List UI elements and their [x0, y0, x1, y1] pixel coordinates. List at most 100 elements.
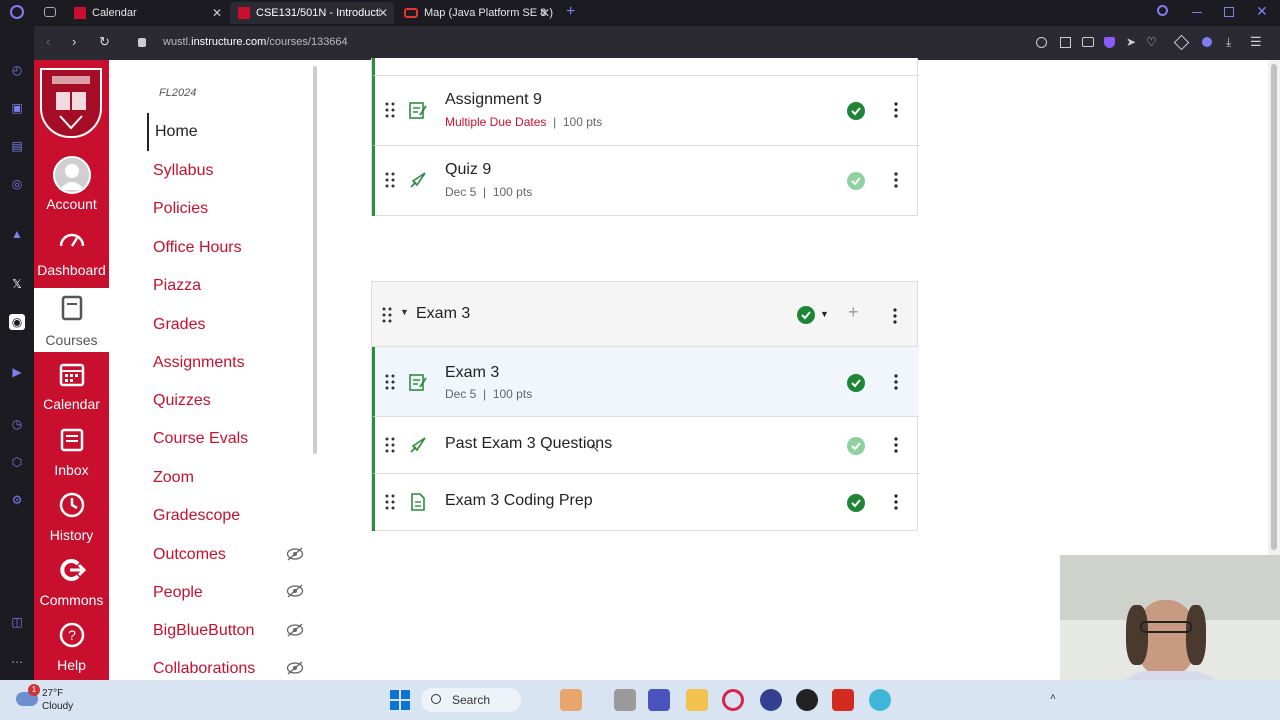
module-item[interactable]: Past Exam 3 Questions ↖: [372, 417, 919, 474]
close-tab-icon[interactable]: ✕: [378, 6, 388, 20]
weather-widget[interactable]: 27°F Cloudy: [42, 687, 73, 713]
drag-handle-icon[interactable]: [382, 307, 392, 323]
nav-account[interactable]: Account: [34, 152, 109, 216]
profile-icon[interactable]: [1202, 37, 1212, 47]
module-item[interactable]: Assignment 9 Multiple Due Dates | 100 pt…: [372, 76, 919, 146]
nav-history[interactable]: History: [34, 485, 109, 547]
course-nav-collaborations[interactable]: Collaborations: [153, 660, 255, 678]
nav-dashboard[interactable]: Dashboard: [34, 220, 109, 282]
globe-app-icon[interactable]: [869, 689, 891, 711]
tray-chevron-icon[interactable]: ˄: [1050, 692, 1056, 703]
published-check-icon[interactable]: [847, 172, 865, 190]
course-nav-course-evals[interactable]: Course Evals: [153, 430, 248, 448]
discord-icon[interactable]: ◉: [9, 314, 25, 330]
search-tabs-icon[interactable]: [1157, 5, 1168, 16]
file-explorer-icon[interactable]: [686, 689, 708, 711]
course-nav-syllabus[interactable]: Syllabus: [153, 162, 213, 180]
module-published-icon[interactable]: [797, 306, 815, 324]
heart-icon[interactable]: ♡: [1146, 35, 1157, 49]
nav-inbox[interactable]: Inbox: [34, 420, 109, 482]
close-tab-icon[interactable]: ✕: [212, 6, 222, 20]
kebab-menu-icon[interactable]: [893, 172, 899, 188]
course-nav-assignments[interactable]: Assignments: [153, 354, 245, 372]
edit-icon[interactable]: [1060, 37, 1071, 48]
close-tab-icon[interactable]: ✕: [540, 6, 550, 20]
menu-icon[interactable]: ☰: [1250, 34, 1262, 50]
course-nav-gradescope[interactable]: Gradescope: [153, 507, 240, 525]
forward-icon[interactable]: ›: [72, 34, 76, 49]
twitch-icon[interactable]: ▤: [9, 138, 25, 154]
tab-calendar[interactable]: Calendar ✕: [66, 2, 228, 24]
course-nav-policies[interactable]: Policies: [153, 200, 208, 218]
add-item-icon[interactable]: +: [848, 302, 859, 323]
reload-icon[interactable]: ↻: [99, 34, 110, 50]
workspaces-icon[interactable]: [44, 7, 56, 17]
maximize-icon[interactable]: [1224, 7, 1234, 17]
drag-handle-icon[interactable]: [385, 374, 395, 390]
module-item[interactable]: Exam 3 Coding Prep: [372, 474, 919, 531]
published-check-icon[interactable]: [847, 494, 865, 512]
box-icon[interactable]: [1173, 34, 1190, 51]
kebab-menu-icon[interactable]: [893, 437, 899, 453]
extensions-icon[interactable]: ⬡: [9, 454, 25, 470]
pinboard-icon[interactable]: ◫: [9, 614, 25, 630]
zoom-icon[interactable]: [1036, 37, 1047, 48]
messenger-icon[interactable]: ▣: [9, 100, 25, 116]
page-scrollbar[interactable]: [1268, 60, 1280, 555]
app-icon-flag[interactable]: [760, 689, 782, 711]
instagram-icon[interactable]: ◎: [9, 176, 25, 192]
kebab-menu-icon[interactable]: [892, 308, 898, 324]
nav-help[interactable]: ? Help: [34, 615, 109, 677]
windows-start-icon[interactable]: [390, 690, 410, 710]
widgets-app-icon[interactable]: [560, 689, 582, 711]
aria-icon[interactable]: ▲: [9, 226, 25, 242]
nav-courses[interactable]: Courses: [34, 288, 109, 352]
published-check-icon[interactable]: [847, 102, 865, 120]
player-icon[interactable]: ▶: [9, 364, 25, 380]
acrobat-icon[interactable]: [832, 689, 854, 711]
course-nav-outcomes[interactable]: Outcomes: [153, 546, 226, 564]
published-check-icon[interactable]: [847, 437, 865, 455]
publish-dropdown-icon[interactable]: ▼: [820, 309, 829, 319]
more-icon[interactable]: ⋯: [9, 654, 25, 670]
kebab-menu-icon[interactable]: [893, 374, 899, 390]
url-field[interactable]: wustl.instructure.com/courses/133664: [163, 36, 348, 48]
item-title[interactable]: Exam 3: [445, 364, 499, 382]
item-title[interactable]: Exam 3 Coding Prep: [445, 492, 593, 510]
collapse-caret-icon[interactable]: ▼: [400, 307, 409, 317]
opera-browser-icon[interactable]: [722, 689, 744, 711]
file-app-icon[interactable]: [614, 689, 636, 711]
shield-icon[interactable]: [1104, 37, 1115, 48]
module-header[interactable]: ▼ Exam 3 ▼ +: [372, 282, 917, 347]
course-nav-zoom[interactable]: Zoom: [153, 469, 194, 487]
course-nav-home[interactable]: Home: [147, 113, 198, 151]
wustl-logo[interactable]: [40, 68, 102, 138]
close-window-icon[interactable]: ✕: [1256, 3, 1268, 20]
taskbar-search[interactable]: Search: [421, 688, 521, 712]
nav-calendar[interactable]: Calendar: [34, 354, 109, 416]
item-title[interactable]: Quiz 9: [445, 161, 491, 179]
tab-course[interactable]: CSE131/501N - Introductio ✕: [230, 2, 394, 24]
teams-icon[interactable]: [648, 689, 670, 711]
module-item[interactable]: Exam 3 Dec 5 | 100 pts: [372, 347, 919, 417]
course-nav-bigbluebutton[interactable]: BigBlueButton: [153, 622, 254, 640]
send-icon[interactable]: ➤: [1126, 35, 1136, 49]
item-title[interactable]: Assignment 9: [445, 91, 542, 109]
scrollbar-thumb[interactable]: [1271, 64, 1277, 550]
course-nav-grades[interactable]: Grades: [153, 316, 205, 334]
drag-handle-icon[interactable]: [385, 437, 395, 453]
drag-handle-icon[interactable]: [385, 172, 395, 188]
due-dates-link[interactable]: Multiple Due Dates: [445, 115, 546, 129]
minimize-icon[interactable]: [1192, 12, 1202, 13]
download-icon[interactable]: ⤓: [1226, 35, 1231, 50]
published-check-icon[interactable]: [847, 374, 865, 392]
obs-icon[interactable]: [796, 689, 818, 711]
settings-icon[interactable]: ⚙: [9, 492, 25, 508]
new-tab-icon[interactable]: +: [566, 3, 575, 21]
history-sidebar-icon[interactable]: ◷: [9, 416, 25, 432]
course-nav-scrollbar[interactable]: [313, 66, 317, 454]
kebab-menu-icon[interactable]: [893, 494, 899, 510]
kebab-menu-icon[interactable]: [893, 102, 899, 118]
camera-icon[interactable]: [1082, 37, 1094, 47]
course-nav-piazza[interactable]: Piazza: [153, 277, 201, 295]
